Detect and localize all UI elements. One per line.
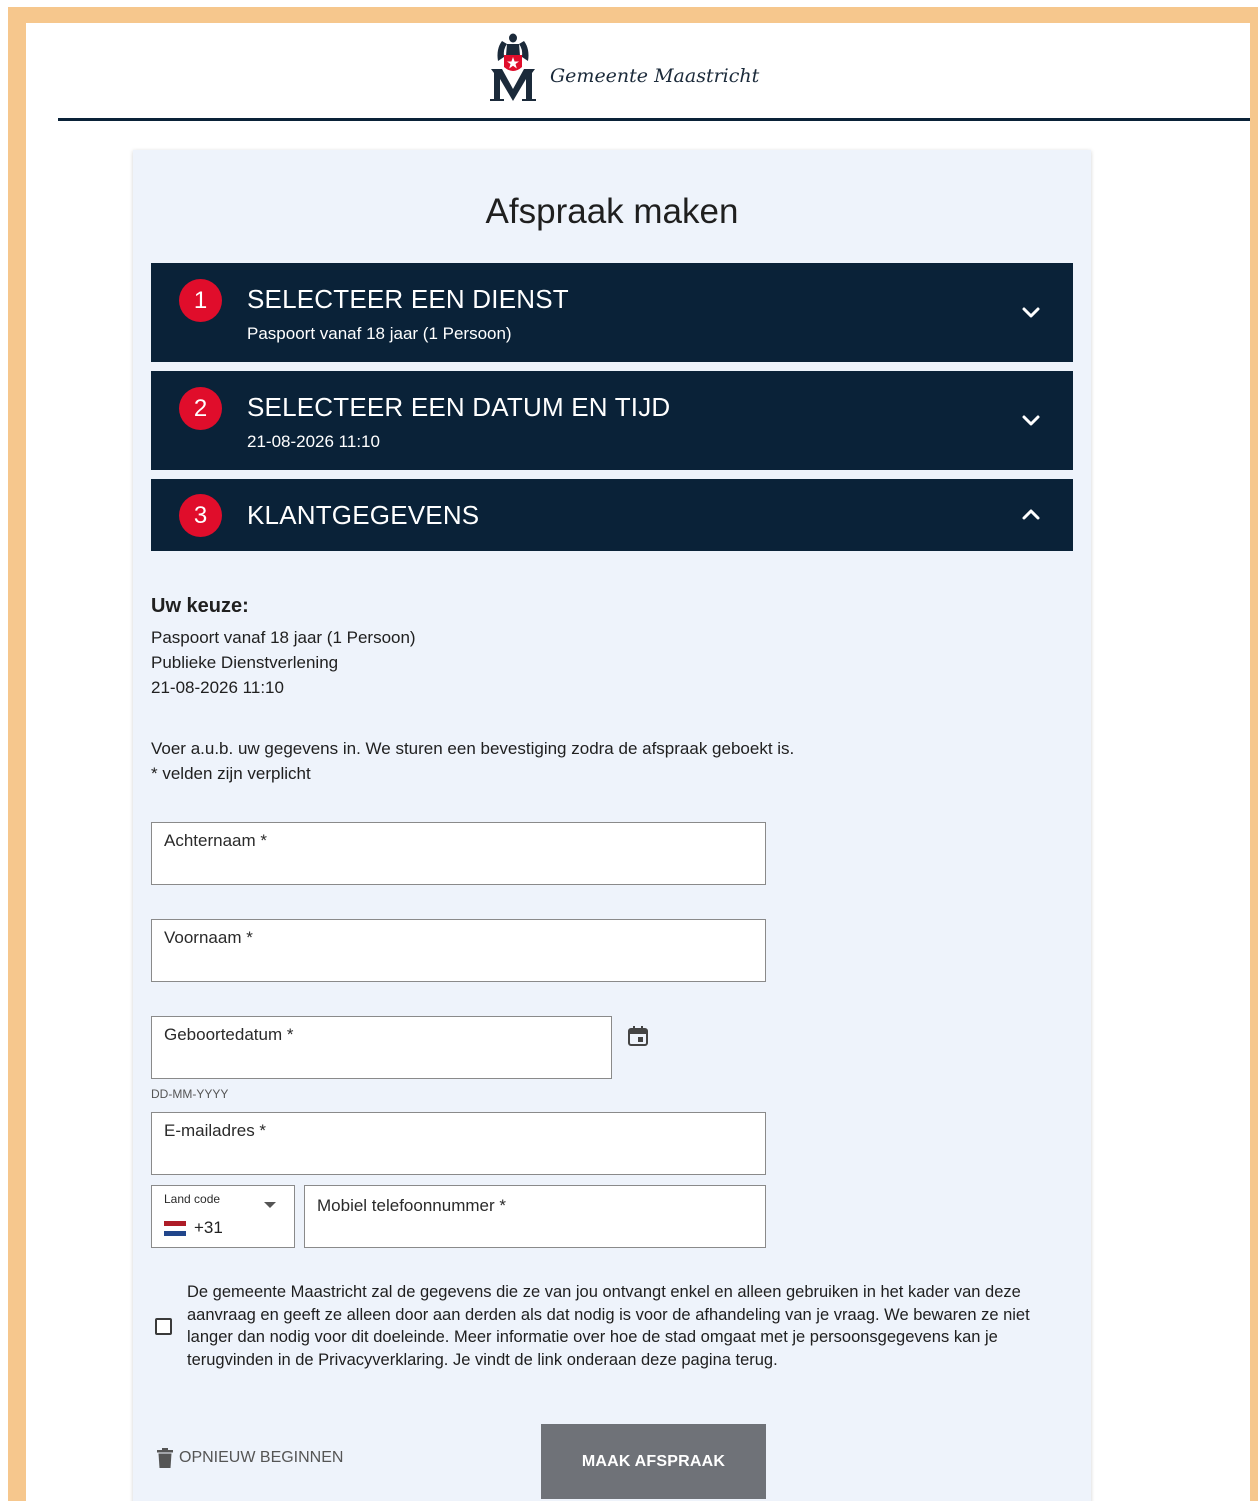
- dropdown-caret-icon: [264, 1202, 276, 1208]
- step-title: KLANTGEGEVENS: [247, 500, 480, 530]
- restart-button[interactable]: OPNIEUW BEGINNEN: [157, 1448, 343, 1468]
- restart-label: OPNIEUW BEGINNEN: [179, 1449, 344, 1466]
- header-divider: [58, 118, 1250, 121]
- email-label: E-mailadres *: [164, 1121, 267, 1140]
- step-number-badge: 3: [179, 494, 222, 537]
- required-note: * velden zijn verplicht: [151, 764, 311, 783]
- step-subtitle: Paspoort vanaf 18 jaar (1 Persoon): [247, 324, 512, 343]
- country-code-label: Land code: [164, 1192, 221, 1206]
- firstname-label: Voornaam *: [164, 928, 253, 947]
- lastname-label: Achternaam *: [164, 831, 267, 850]
- birthdate-label: Geboortedatum *: [164, 1025, 294, 1044]
- choice-heading: Uw keuze:: [151, 595, 249, 617]
- firstname-field[interactable]: Voornaam *: [151, 919, 766, 982]
- step-subtitle: 21-08-2026 11:10: [247, 432, 380, 451]
- step-title: SELECTEER EEN DIENST: [247, 284, 569, 314]
- country-code-select[interactable]: Land code +31: [151, 1185, 295, 1248]
- page-frame: Gemeente Maastricht Afspraak maken 1 SEL…: [8, 7, 1258, 1501]
- maastricht-logo-icon: [490, 33, 536, 101]
- chevron-up-icon[interactable]: [1019, 503, 1043, 527]
- mobile-phone-field[interactable]: Mobiel telefoonnummer *: [304, 1185, 766, 1248]
- step-number-badge: 1: [179, 279, 222, 322]
- privacy-consent-checkbox[interactable]: [155, 1318, 172, 1335]
- step-number-badge: 2: [179, 387, 222, 430]
- choice-department: Publieke Dienstverlening: [151, 653, 339, 672]
- birthdate-format-hint: DD-MM-YYYY: [151, 1087, 229, 1101]
- choice-service: Paspoort vanaf 18 jaar (1 Persoon): [151, 628, 416, 647]
- municipality-logo[interactable]: Gemeente Maastricht: [488, 31, 759, 101]
- municipality-name: Gemeente Maastricht: [550, 65, 760, 87]
- mobile-phone-label: Mobiel telefoonnummer *: [317, 1196, 506, 1215]
- chevron-down-icon[interactable]: [1019, 300, 1043, 324]
- privacy-consent-text: De gemeente Maastricht zal de gegevens d…: [187, 1283, 1030, 1370]
- choice-datetime: 21-08-2026 11:10: [151, 678, 284, 697]
- birthdate-field[interactable]: Geboortedatum *: [151, 1016, 612, 1079]
- appointment-card: Afspraak maken 1 SELECTEER EEN DIENST Pa…: [133, 150, 1091, 1501]
- make-appointment-button[interactable]: MAAK AFSPRAAK: [541, 1424, 766, 1499]
- chevron-down-icon[interactable]: [1019, 408, 1043, 432]
- site-header: Gemeente Maastricht: [26, 23, 1250, 123]
- lastname-field[interactable]: Achternaam *: [151, 822, 766, 885]
- trash-icon: [157, 1448, 173, 1468]
- calendar-icon[interactable]: [626, 1024, 650, 1048]
- page-inner: Gemeente Maastricht Afspraak maken 1 SEL…: [26, 23, 1250, 1501]
- step-select-date-time[interactable]: 2 SELECTEER EEN DATUM EN TIJD 21-08-2026…: [151, 371, 1073, 470]
- email-field[interactable]: E-mailadres *: [151, 1112, 766, 1175]
- page-title: Afspraak maken: [485, 192, 739, 231]
- step-customer-details[interactable]: 3 KLANTGEGEVENS: [151, 479, 1073, 551]
- intro-text: Voer a.u.b. uw gegevens in. We sturen ee…: [151, 739, 795, 758]
- netherlands-flag-icon: [164, 1221, 186, 1236]
- step-title: SELECTEER EEN DATUM EN TIJD: [247, 392, 671, 422]
- country-code-value: +31: [194, 1218, 223, 1237]
- step-select-service[interactable]: 1 SELECTEER EEN DIENST Paspoort vanaf 18…: [151, 263, 1073, 362]
